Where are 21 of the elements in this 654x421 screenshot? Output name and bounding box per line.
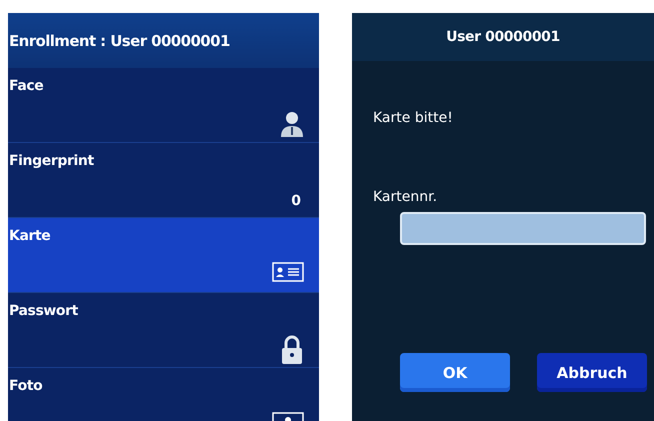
dialog-button[interactable]: OK xyxy=(400,353,510,392)
menu-item[interactable]: Face xyxy=(8,68,319,143)
prompt-text: Karte bitte! xyxy=(373,110,453,126)
count-value: 0 xyxy=(291,193,301,209)
screen-title: Enrollment : User 00000001 xyxy=(8,32,230,50)
menu-item[interactable]: Foto xyxy=(8,368,319,421)
menu-item-label: Fingerprint xyxy=(9,153,94,169)
menu-item-label: Face xyxy=(9,78,44,94)
card-number-field[interactable] xyxy=(400,212,646,245)
dialog-button[interactable]: Abbruch xyxy=(537,353,647,392)
id-card-icon xyxy=(272,260,304,282)
menu-item-label: Passwort xyxy=(9,303,78,319)
menu-item[interactable]: Fingerprint 0 xyxy=(8,143,319,218)
padlock-icon xyxy=(280,335,304,365)
menu-item[interactable]: Passwort xyxy=(8,293,319,368)
person-icon xyxy=(280,110,304,138)
dialog-title: User 00000001 xyxy=(446,29,560,45)
menu-item-label: Karte xyxy=(9,228,50,244)
field-label: Kartennr. xyxy=(373,189,438,205)
menu-item-label: Foto xyxy=(9,378,42,394)
menu-item[interactable]: Karte xyxy=(8,218,319,293)
